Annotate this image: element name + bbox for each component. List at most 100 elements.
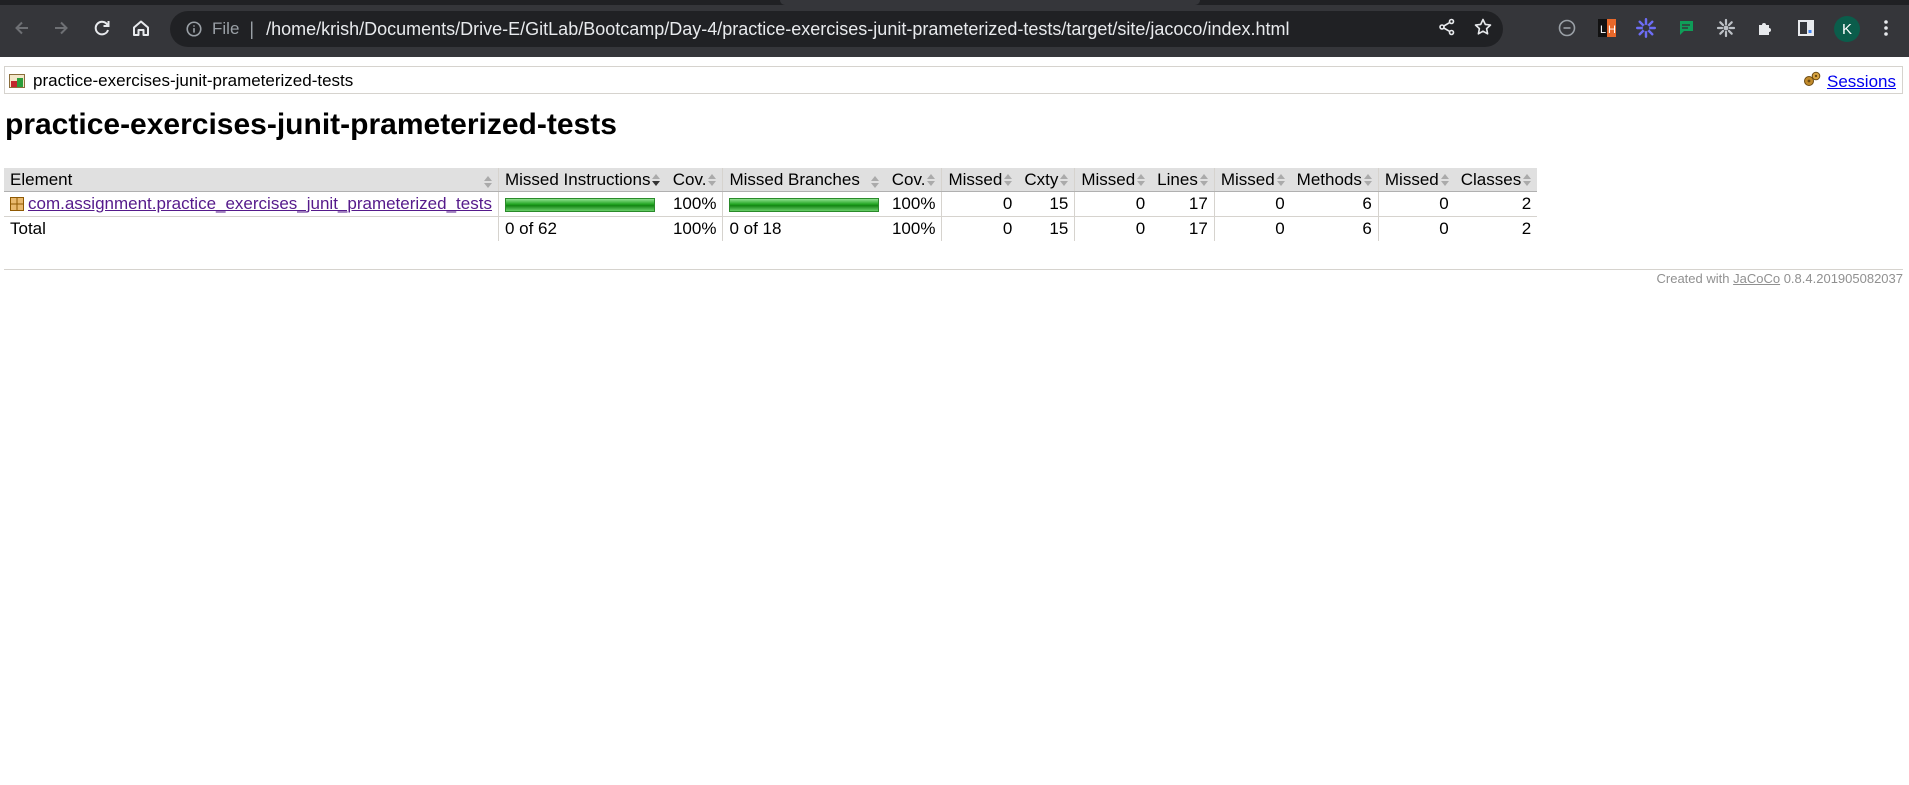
header-missed-cxty[interactable]: Missed [941,168,1019,192]
tab-strip [0,0,1909,5]
address-bar[interactable]: File | /home/krish/Documents/Drive-E/Git… [170,11,1503,47]
header-lines[interactable]: Lines [1151,168,1215,192]
back-button[interactable] [8,14,36,42]
coverage-table: Element Missed Instructions Cov. Missed … [4,168,1538,241]
header-element[interactable]: Element [4,168,499,192]
sort-icon [708,174,717,187]
total-lines: 17 [1151,216,1215,241]
footer-divider [4,269,1903,270]
sort-icon [1004,174,1013,187]
chat-extension-icon[interactable] [1674,16,1698,40]
package-link[interactable]: com.assignment.practice_exercises_junit_… [28,194,492,213]
methods-cell: 6 [1290,191,1379,217]
footer-version: 0.8.4.201905082037 [1783,271,1903,286]
sort-icon [1523,174,1532,187]
header-branch-cov[interactable]: Cov. [885,168,942,192]
total-branch: 0 of 18 [722,216,886,241]
cxty-cell: 15 [1018,191,1075,217]
package-icon [10,196,24,211]
sessions-link-wrap: Sessions [1803,71,1896,92]
forward-button[interactable] [47,14,75,42]
total-missed-lines: 0 [1074,216,1152,241]
sessions-link[interactable]: Sessions [1827,72,1896,92]
profile-avatar[interactable]: K [1834,16,1860,42]
svg-text:L: L [1600,24,1606,36]
lines-cell: 17 [1151,191,1215,217]
branch-cov-cell: 100% [885,191,942,217]
total-missed-classes: 0 [1377,216,1455,241]
sort-down-icon [652,174,661,187]
total-label: Total [4,216,499,241]
total-missed-cxty: 0 [941,216,1019,241]
header-classes[interactable]: Classes [1454,168,1538,192]
sort-icon [1199,174,1208,187]
footer: Created with JaCoCo 0.8.4.201905082037 [1657,271,1904,286]
header-instr-cov[interactable]: Cov. [666,168,723,192]
kebab-menu-icon[interactable] [1874,16,1898,40]
sort-icon [1276,174,1285,187]
missed-cxty-cell: 0 [941,191,1019,217]
total-instr-cov: 100% [666,216,723,241]
total-cxty: 15 [1018,216,1075,241]
home-icon [133,20,149,36]
header-missed-classes[interactable]: Missed [1377,168,1455,192]
header-missed-instructions[interactable]: Missed Instructions [497,168,667,192]
instruction-coverage-bar [504,197,655,212]
branch-bar-cell [722,191,886,217]
sort-icon [927,174,936,187]
total-row: Total 0 of 62 100% 0 of 18 100% 0 15 0 1… [4,216,1538,241]
header-methods[interactable]: Methods [1290,168,1379,192]
active-tab[interactable] [780,0,1200,5]
asterisk-extension-icon[interactable] [1634,16,1658,40]
missed-classes-cell: 0 [1377,191,1455,217]
scheme-separator: | [249,18,255,39]
arrow-right-icon [55,21,68,35]
bookmark-star-icon[interactable] [1473,17,1493,42]
breadcrumb: practice-exercises-junit-prameterized-te… [4,66,1903,94]
browser-toolbar: File | /home/krish/Documents/Drive-E/Git… [0,0,1909,57]
sidebar-icon[interactable] [1794,16,1818,40]
sessions-icon [1803,71,1823,92]
reload-button[interactable] [88,14,116,42]
sort-icon [1137,174,1146,187]
total-missed-methods: 0 [1213,216,1291,241]
puzzle-icon[interactable] [1754,16,1778,40]
header-missed-lines[interactable]: Missed [1074,168,1152,192]
breadcrumb-current: practice-exercises-junit-prameterized-te… [9,71,353,91]
arrow-left-icon [15,21,28,35]
table-row: com.assignment.practice_exercises_junit_… [4,191,1538,217]
instr-bar-cell [497,191,667,217]
breadcrumb-label: practice-exercises-junit-prameterized-te… [33,71,354,90]
header-missed-methods[interactable]: Missed [1213,168,1291,192]
jacoco-link[interactable]: JaCoCo [1733,271,1780,286]
circle-dash-icon[interactable] [1555,16,1579,40]
total-branch-cov: 100% [885,216,942,241]
share-icon[interactable] [1437,17,1457,42]
lighthouse-icon[interactable]: LH [1595,16,1619,40]
branch-coverage-bar [729,197,880,212]
info-icon[interactable] [184,19,204,39]
sort-icon [1363,174,1372,187]
header-missed-branches[interactable]: Missed Branches [722,168,886,192]
total-instr: 0 of 62 [497,216,667,241]
scheme-label: File [212,19,240,38]
page-title: practice-exercises-junit-prameterized-te… [5,108,617,141]
home-button[interactable] [127,14,155,42]
sort-icon [871,175,880,188]
missed-methods-cell: 0 [1213,191,1291,217]
sort-icon [1440,174,1449,187]
footer-prefix: Created with [1656,271,1730,286]
header-cxty[interactable]: Cxty [1018,168,1075,192]
svg-text:H: H [1608,24,1616,36]
sort-icon [483,175,492,188]
total-methods: 6 [1290,216,1379,241]
package-cell: com.assignment.practice_exercises_junit_… [4,191,499,217]
missed-lines-cell: 0 [1074,191,1152,217]
report-icon [9,73,25,89]
url-text[interactable]: /home/krish/Documents/Drive-E/GitLab/Boo… [266,19,1289,40]
sort-icon [1060,174,1069,187]
gear-extension-icon[interactable] [1714,16,1738,40]
total-classes: 2 [1454,216,1538,241]
classes-cell: 2 [1454,191,1538,217]
reload-icon [94,20,110,36]
